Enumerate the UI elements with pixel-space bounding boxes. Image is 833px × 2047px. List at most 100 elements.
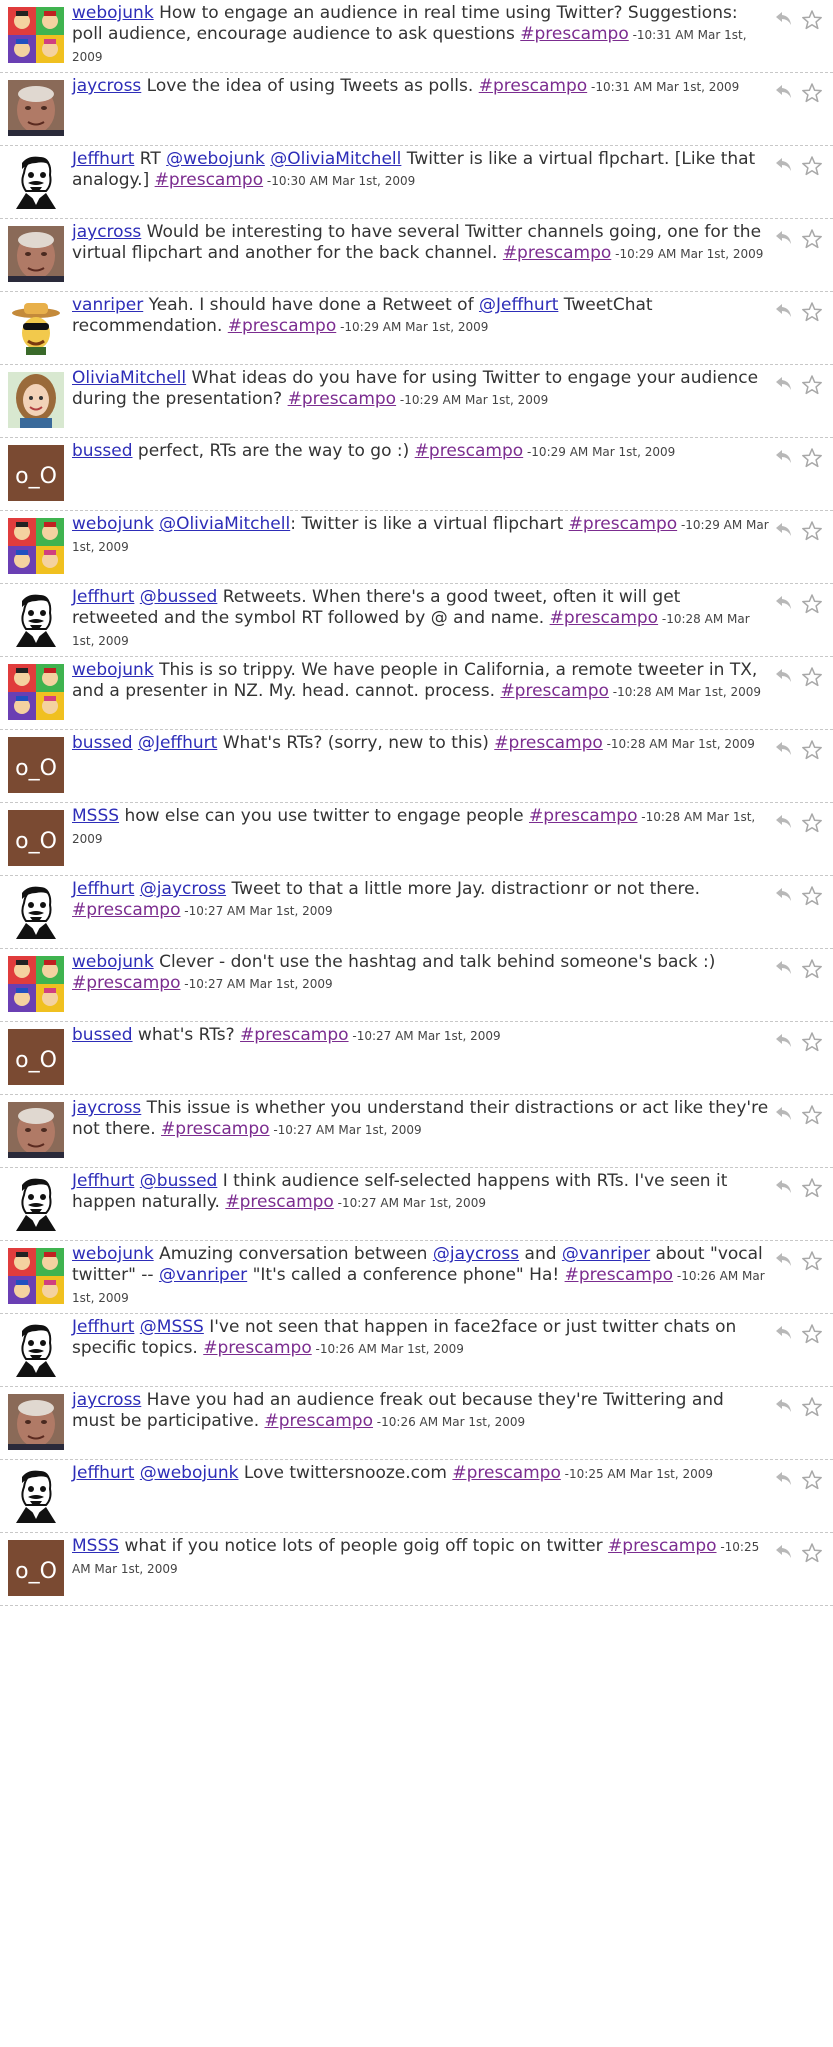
username-link[interactable]: webojunk: [72, 1244, 154, 1264]
reply-arrow-icon[interactable]: [773, 8, 795, 30]
hashtag-link[interactable]: #prescampo: [529, 806, 637, 826]
mention-link[interactable]: @vanriper: [159, 1265, 247, 1285]
username-link[interactable]: webojunk: [72, 952, 154, 972]
username-link[interactable]: Jeffhurt: [72, 1463, 134, 1483]
hashtag-link[interactable]: #prescampo: [569, 514, 677, 534]
username-link[interactable]: Jeffhurt: [72, 587, 134, 607]
avatar[interactable]: [8, 299, 64, 355]
mention-link[interactable]: @Jeffhurt: [138, 733, 217, 753]
star-icon[interactable]: [801, 1250, 823, 1272]
mention-link[interactable]: @vanriper: [562, 1244, 650, 1264]
timestamp[interactable]: -10:27 AM Mar 1st, 2009: [180, 977, 332, 991]
avatar[interactable]: [8, 1321, 64, 1377]
hashtag-link[interactable]: #prescampo: [72, 900, 180, 920]
reply-arrow-icon[interactable]: [773, 738, 795, 760]
hashtag-link[interactable]: #prescampo: [228, 316, 336, 336]
star-icon[interactable]: [801, 1031, 823, 1053]
star-icon[interactable]: [801, 739, 823, 761]
hashtag-link[interactable]: #prescampo: [494, 733, 602, 753]
star-icon[interactable]: [801, 1323, 823, 1345]
hashtag-link[interactable]: #prescampo: [415, 441, 523, 461]
reply-arrow-icon[interactable]: [773, 1103, 795, 1125]
username-link[interactable]: bussed: [72, 441, 133, 461]
username-link[interactable]: bussed: [72, 733, 133, 753]
mention-link[interactable]: @webojunk: [140, 1463, 239, 1483]
reply-arrow-icon[interactable]: [773, 1541, 795, 1563]
timestamp[interactable]: -10:30 AM Mar 1st, 2009: [263, 174, 415, 188]
mention-link[interactable]: @Jeffhurt: [479, 295, 558, 315]
star-icon[interactable]: [801, 1469, 823, 1491]
username-link[interactable]: MSSS: [72, 806, 119, 826]
reply-arrow-icon[interactable]: [773, 446, 795, 468]
username-link[interactable]: webojunk: [72, 3, 154, 23]
username-link[interactable]: webojunk: [72, 660, 154, 680]
reply-arrow-icon[interactable]: [773, 884, 795, 906]
username-link[interactable]: vanriper: [72, 295, 143, 315]
username-link[interactable]: Jeffhurt: [72, 1317, 134, 1337]
star-icon[interactable]: [801, 666, 823, 688]
reply-arrow-icon[interactable]: [773, 1249, 795, 1271]
reply-arrow-icon[interactable]: [773, 665, 795, 687]
star-icon[interactable]: [801, 1177, 823, 1199]
username-link[interactable]: jaycross: [72, 76, 141, 96]
star-icon[interactable]: [801, 447, 823, 469]
reply-arrow-icon[interactable]: [773, 81, 795, 103]
hashtag-link[interactable]: #prescampo: [550, 608, 658, 628]
star-icon[interactable]: [801, 1396, 823, 1418]
star-icon[interactable]: [801, 301, 823, 323]
avatar[interactable]: [8, 372, 64, 428]
username-link[interactable]: jaycross: [72, 1390, 141, 1410]
mention-link[interactable]: @OliviaMitchell: [270, 149, 401, 169]
timestamp[interactable]: -10:28 AM Mar 1st, 2009: [603, 737, 755, 751]
reply-arrow-icon[interactable]: [773, 1468, 795, 1490]
star-icon[interactable]: [801, 155, 823, 177]
avatar[interactable]: o_O: [8, 810, 64, 866]
avatar[interactable]: o_O: [8, 1540, 64, 1596]
username-link[interactable]: MSSS: [72, 1536, 119, 1556]
hashtag-link[interactable]: #prescampo: [155, 170, 263, 190]
mention-link[interactable]: @bussed: [140, 587, 218, 607]
avatar[interactable]: o_O: [8, 737, 64, 793]
avatar[interactable]: [8, 1248, 64, 1304]
avatar[interactable]: [8, 80, 64, 136]
username-link[interactable]: jaycross: [72, 1098, 141, 1118]
timestamp[interactable]: -10:31 AM Mar 1st, 2009: [587, 80, 739, 94]
avatar[interactable]: o_O: [8, 1029, 64, 1085]
reply-arrow-icon[interactable]: [773, 154, 795, 176]
avatar[interactable]: [8, 664, 64, 720]
avatar[interactable]: [8, 518, 64, 574]
avatar[interactable]: [8, 1102, 64, 1158]
mention-link[interactable]: @jaycross: [140, 879, 226, 899]
username-link[interactable]: Jeffhurt: [72, 879, 134, 899]
star-icon[interactable]: [801, 958, 823, 980]
avatar[interactable]: [8, 1467, 64, 1523]
hashtag-link[interactable]: #prescampo: [225, 1192, 333, 1212]
star-icon[interactable]: [801, 228, 823, 250]
timestamp[interactable]: -10:27 AM Mar 1st, 2009: [270, 1123, 421, 1137]
hashtag-link[interactable]: #prescampo: [240, 1025, 348, 1045]
reply-arrow-icon[interactable]: [773, 300, 795, 322]
avatar[interactable]: [8, 226, 64, 282]
mention-link[interactable]: @webojunk: [166, 149, 265, 169]
username-link[interactable]: Jeffhurt: [72, 149, 134, 169]
avatar[interactable]: [8, 883, 64, 939]
hashtag-link[interactable]: #prescampo: [520, 24, 628, 44]
star-icon[interactable]: [801, 593, 823, 615]
hashtag-link[interactable]: #prescampo: [479, 76, 587, 96]
reply-arrow-icon[interactable]: [773, 373, 795, 395]
star-icon[interactable]: [801, 812, 823, 834]
mention-link[interactable]: @jaycross: [433, 1244, 519, 1264]
hashtag-link[interactable]: #prescampo: [161, 1119, 269, 1139]
hashtag-link[interactable]: #prescampo: [72, 973, 180, 993]
reply-arrow-icon[interactable]: [773, 519, 795, 541]
reply-arrow-icon[interactable]: [773, 1176, 795, 1198]
reply-arrow-icon[interactable]: [773, 957, 795, 979]
timestamp[interactable]: -10:27 AM Mar 1st, 2009: [334, 1196, 486, 1210]
reply-arrow-icon[interactable]: [773, 1030, 795, 1052]
avatar[interactable]: [8, 7, 64, 63]
reply-arrow-icon[interactable]: [773, 811, 795, 833]
timestamp[interactable]: -10:29 AM Mar 1st, 2009: [611, 247, 763, 261]
reply-arrow-icon[interactable]: [773, 1395, 795, 1417]
star-icon[interactable]: [801, 82, 823, 104]
avatar[interactable]: [8, 591, 64, 647]
